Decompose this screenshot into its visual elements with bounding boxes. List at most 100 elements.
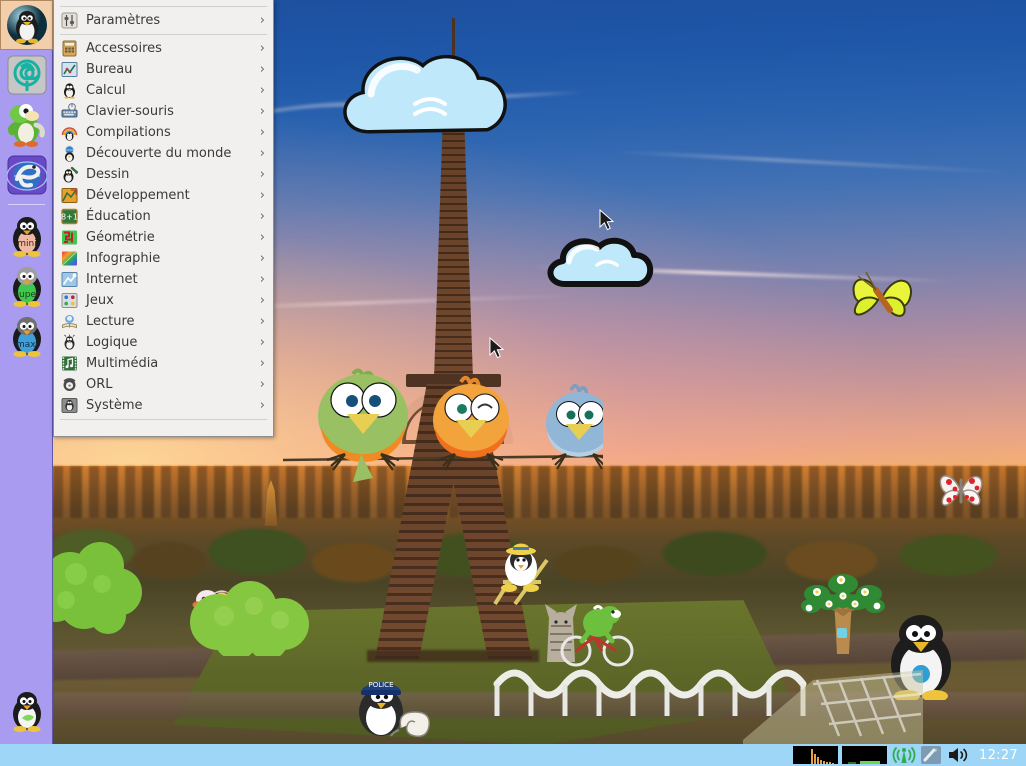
menu-item-accessoires[interactable]: Accessoires › (54, 38, 273, 59)
dock-label-mini: mini (17, 239, 36, 249)
menu-item-label: Géométrie (86, 230, 155, 245)
menu-item-education[interactable]: 8+1 Éducation › (54, 206, 273, 227)
menu-item-label: Logique (86, 335, 138, 350)
cartoon-cloud-small (547, 237, 653, 287)
dock-item-browser[interactable] (0, 150, 53, 200)
dock-item-logout[interactable] (0, 688, 53, 734)
menu-item-label: Découverte du monde (86, 146, 232, 161)
paint-tux-icon (63, 166, 78, 183)
network-monitor-graph[interactable] (842, 746, 888, 764)
application-menu-popup[interactable]: Paramètres › Accessoires › Bureau › Calc… (53, 0, 274, 437)
logic-tux-icon (64, 334, 75, 350)
brush-icon[interactable] (920, 745, 942, 765)
menu-item-dessin[interactable]: Dessin › (54, 164, 273, 185)
ear-icon (63, 378, 76, 391)
taskbar-clock[interactable]: 12:27 (975, 748, 1026, 763)
tux-mini-icon: mini (12, 217, 41, 257)
chevron-right-icon: › (259, 209, 265, 224)
dock-divider (7, 204, 45, 205)
menu-item-internet[interactable]: Internet › (54, 269, 273, 290)
menu-item-bureau[interactable]: Bureau › (54, 59, 273, 80)
wifi-signal-icon[interactable] (891, 745, 917, 765)
tux-globe-icon (6, 5, 47, 45)
games-icon (61, 293, 78, 308)
ramp-structure (743, 670, 923, 744)
menu-item-geometrie[interactable]: Géométrie › (54, 227, 273, 248)
bottom-taskbar[interactable]: 12:27 (0, 744, 1026, 766)
svg-text:POLICE: POLICE (368, 681, 393, 689)
settings-sliders-icon (61, 12, 78, 29)
menu-item-label: Dessin (86, 167, 130, 182)
cartoon-bush (190, 581, 309, 656)
chevron-right-icon: › (259, 83, 265, 98)
menu-separator-1 (60, 34, 267, 35)
cartoon-cloud-large (343, 55, 507, 134)
menu-item-developpement[interactable]: Développement › (54, 185, 273, 206)
menu-item-systeme[interactable]: Système › (54, 395, 273, 416)
menu-item-label: Jeux (86, 293, 114, 308)
chevron-right-icon: › (259, 272, 265, 287)
tux-exit-icon (12, 692, 41, 732)
menu-item-jeux[interactable]: Jeux › (54, 290, 273, 311)
menu-item-label: Accessoires (86, 41, 162, 56)
tux-super-icon: super (12, 267, 41, 307)
desktop-screen: POLICE mini super maxi Paramètres › Acce… (0, 0, 1026, 766)
menu-item-label: Lecture (86, 314, 135, 329)
dock-label-super: super (14, 290, 40, 300)
chevron-right-icon: › (259, 104, 265, 119)
menu-item-logique[interactable]: Logique › (54, 332, 273, 353)
chevron-right-icon: › (259, 146, 265, 161)
menu-item-decouverte-du-monde[interactable]: Découverte du monde › (54, 143, 273, 164)
dock-label-maxi: maxi (15, 340, 37, 350)
menu-item-lecture[interactable]: Lecture › (54, 311, 273, 332)
chevron-right-icon: › (259, 13, 265, 28)
tux-maxi-icon: maxi (12, 317, 41, 357)
dock-item-session-mini[interactable]: mini (0, 211, 53, 261)
chevron-right-icon: › (259, 62, 265, 77)
menu-item-infographie[interactable]: Infographie › (54, 248, 273, 269)
chevron-right-icon: › (259, 314, 265, 329)
film-music-icon (62, 356, 77, 371)
menu-item-label: Développement (86, 188, 190, 203)
menu-separator-bottom (60, 419, 267, 420)
dock-item-session-super[interactable]: super (0, 261, 53, 311)
police-penguin-snail: POLICE (359, 681, 430, 738)
dock-item-session-maxi[interactable]: maxi (0, 311, 53, 361)
yoshi-icon (7, 104, 45, 147)
chart-desk-icon (61, 62, 78, 77)
chevron-right-icon: › (259, 167, 265, 182)
chevron-right-icon: › (259, 293, 265, 308)
globe-tux-icon (64, 145, 75, 162)
menu-item-label: ORL (86, 377, 113, 392)
dock-item-screenshot[interactable] (0, 50, 53, 100)
system-tray[interactable]: 12:27 (793, 744, 1026, 766)
abacus-icon: 8+1 (61, 208, 78, 225)
dock-item-tux-menu[interactable] (0, 0, 53, 50)
menu-item-clavier-souris[interactable]: Clavier-souris › (54, 101, 273, 122)
chevron-right-icon: › (259, 230, 265, 245)
birds-on-a-wire (283, 368, 603, 482)
cartoon-tree-green-left (53, 542, 142, 634)
chevron-right-icon: › (259, 398, 265, 413)
menu-item-orl[interactable]: ORL › (54, 374, 273, 395)
menu-item-multimedia[interactable]: Multimédia › (54, 353, 273, 374)
mouse-globe-icon (6, 155, 47, 195)
yellow-butterfly (852, 271, 913, 317)
menu-item-label: Éducation (86, 209, 151, 224)
menu-item-compilations[interactable]: Compilations › (54, 122, 273, 143)
chevron-right-icon: › (259, 41, 265, 56)
left-launcher-dock[interactable]: mini super maxi (0, 0, 53, 744)
chevron-right-icon: › (259, 125, 265, 140)
menu-item-calcul[interactable]: Calcul › (54, 80, 273, 101)
keyboard-icon (61, 103, 78, 118)
cpu-monitor-graph[interactable] (793, 746, 839, 764)
menu-item-label: Internet (86, 272, 138, 287)
menu-item-label: Système (86, 398, 143, 413)
menu-item-label: Multimédia (86, 356, 159, 371)
dev-tools-icon (61, 188, 78, 203)
menu-item-parametres[interactable]: Paramètres › (54, 10, 273, 31)
dock-item-yoshi[interactable] (0, 100, 53, 150)
speaker-volume-icon[interactable] (947, 745, 971, 765)
chevron-right-icon: › (259, 251, 265, 266)
menu-item-label: Infographie (86, 251, 161, 266)
